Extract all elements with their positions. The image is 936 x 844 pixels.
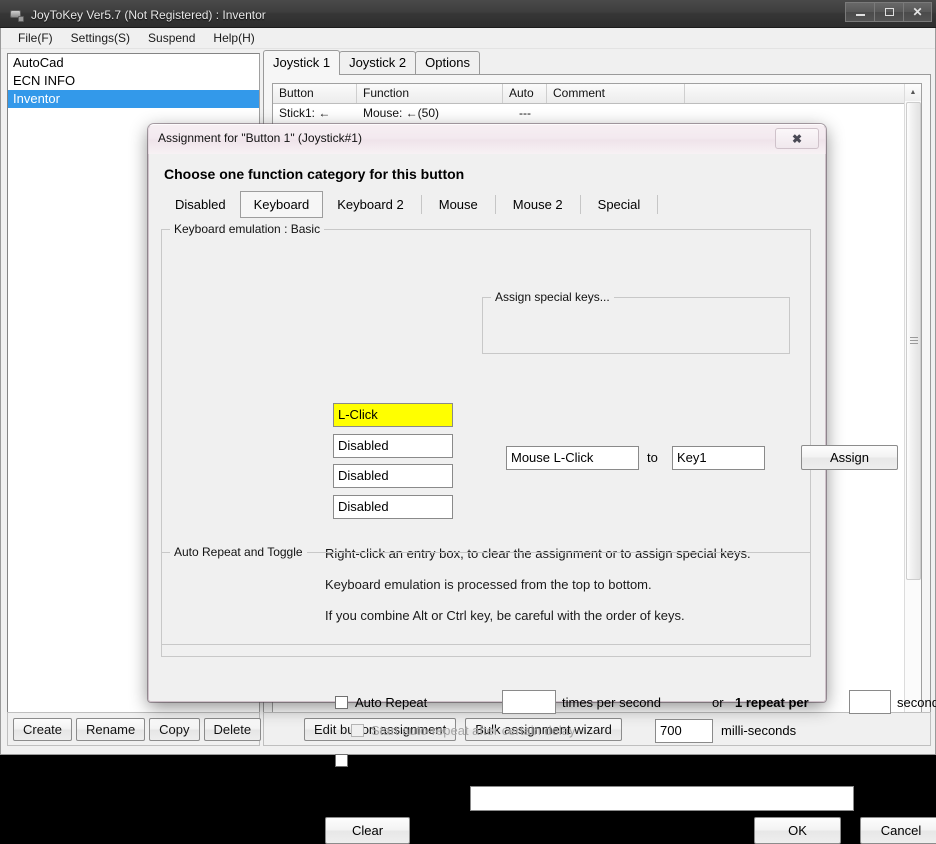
tab-special[interactable]: Special (584, 191, 655, 218)
one-repeat-per-label: 1 repeat per (735, 695, 809, 710)
assign-button[interactable]: Assign (801, 445, 898, 470)
cell-function: Mouse: ←(50) (363, 106, 440, 120)
tab-separator (579, 194, 581, 214)
grid-col-extra[interactable] (685, 84, 921, 103)
delete-button[interactable]: Delete (203, 717, 262, 741)
cell-comment (547, 104, 685, 124)
clear-button[interactable]: Clear (325, 817, 410, 844)
grid-col-comment[interactable]: Comment (547, 84, 685, 103)
assignment-dialog: Assignment for "Button 1" (Joystick#1) ✖… (148, 124, 936, 844)
scrollbar-grip-icon (910, 337, 918, 345)
ok-button[interactable]: OK (754, 817, 841, 844)
auto-repeat-label: Auto Repeat (355, 695, 428, 710)
menu-file[interactable]: File(F) (9, 29, 62, 47)
window-titlebar: JoyToKey Ver5.7 (Not Registered) : Inven… (0, 0, 936, 28)
tab-mouse[interactable]: Mouse (425, 191, 492, 218)
seconds-label: seconds (897, 695, 936, 710)
window-controls: ✕ (845, 2, 932, 22)
list-item[interactable]: Inventor (8, 90, 259, 108)
rename-button[interactable]: Rename (76, 717, 146, 741)
times-per-second-label: times per second (562, 695, 661, 710)
times-per-second-input[interactable] (502, 690, 556, 714)
tab-keyboard[interactable]: Keyboard (239, 190, 324, 218)
cell-button: Stick1: ← (279, 106, 331, 120)
dialog-title: Assignment for "Button 1" (Joystick#1) (158, 131, 362, 145)
key-entry-3[interactable]: Disabled (333, 464, 453, 488)
joystick-app-icon (9, 7, 25, 23)
tab-mouse-2[interactable]: Mouse 2 (499, 191, 577, 218)
menubar: File(F) Settings(S) Suspend Help(H) (1, 28, 935, 49)
start-delay-checkbox-row: Start auto-repeat after certain delay (351, 723, 576, 738)
tab-keyboard-2[interactable]: Keyboard 2 (323, 191, 418, 218)
cell-extra (685, 104, 921, 124)
grid-vertical-scrollbar[interactable]: ▲ ▼ (904, 84, 921, 726)
profile-toolbar: Create Rename Copy Delete (7, 712, 262, 746)
list-item[interactable]: AutoCad (8, 54, 259, 72)
start-delay-label: Start auto-repeat after certain delay (371, 723, 576, 738)
tabstrip: Joystick 1 Joystick 2 Options (263, 50, 931, 75)
dialog-titlebar: Assignment for "Button 1" (Joystick#1) ✖ (148, 124, 826, 154)
close-icon[interactable]: ✕ (903, 2, 932, 22)
grid-col-auto[interactable]: Auto (503, 84, 547, 103)
table-row[interactable]: Stick1: ← Mouse: ←(50) --- (273, 104, 921, 124)
tab-separator (420, 194, 422, 214)
tab-separator (657, 194, 659, 214)
window-title: JoyToKey Ver5.7 (Not Registered) : Inven… (31, 8, 266, 22)
comment-input[interactable] (470, 786, 854, 811)
cell-auto: --- (519, 106, 531, 120)
toggle-checkbox[interactable] (335, 754, 348, 767)
assign-special-keys-title: Assign special keys... (491, 290, 614, 304)
or-label: or (712, 695, 724, 710)
delay-milliseconds-input[interactable]: 700 (655, 719, 713, 743)
auto-repeat-group: Auto Repeat and Toggle (161, 545, 811, 645)
minimize-icon[interactable] (845, 2, 874, 22)
milliseconds-label: milli-seconds (721, 723, 797, 738)
seconds-input[interactable] (849, 690, 891, 714)
scrollbar-thumb[interactable] (906, 102, 921, 580)
grid-header-row: Button Function Auto Comment (273, 84, 921, 104)
tab-disabled[interactable]: Disabled (161, 191, 240, 218)
key-entry-1[interactable]: L-Click (333, 403, 453, 427)
dialog-heading: Choose one function category for this bu… (164, 166, 465, 182)
special-key-source-select[interactable]: Mouse L-Click (506, 446, 639, 470)
grid-col-function[interactable]: Function (357, 84, 503, 103)
auto-repeat-checkbox[interactable] (335, 696, 348, 709)
category-tabs: Disabled Keyboard Keyboard 2 Mouse Mouse… (161, 190, 811, 218)
dialog-body: Choose one function category for this bu… (148, 154, 936, 844)
list-item[interactable]: ECN INFO (8, 72, 259, 90)
maximize-icon[interactable] (874, 2, 903, 22)
auto-repeat-title: Auto Repeat and Toggle (170, 545, 307, 559)
menu-suspend[interactable]: Suspend (139, 29, 204, 47)
toggle-checkbox-row[interactable]: Toggle between ON and OFF (335, 753, 524, 768)
menu-help[interactable]: Help(H) (204, 29, 263, 47)
tab-separator (494, 194, 496, 214)
tab-joystick-2[interactable]: Joystick 2 (339, 51, 417, 74)
key-entry-2[interactable]: Disabled (333, 434, 453, 458)
keyboard-emulation-title: Keyboard emulation : Basic (170, 222, 325, 236)
tab-options[interactable]: Options (415, 51, 480, 74)
key-entry-4[interactable]: Disabled (333, 495, 453, 519)
comment-label: Comment: (389, 793, 449, 808)
copy-button[interactable]: Copy (149, 717, 200, 741)
auto-repeat-checkbox-row[interactable]: Auto Repeat (335, 695, 427, 710)
cancel-button[interactable]: Cancel (860, 817, 936, 844)
start-delay-checkbox (351, 724, 364, 737)
assign-special-keys-group: Assign special keys... (482, 290, 790, 354)
menu-settings[interactable]: Settings(S) (62, 29, 139, 47)
grid-col-button[interactable]: Button (273, 84, 357, 103)
tab-joystick-1[interactable]: Joystick 1 (263, 50, 341, 75)
toggle-label: Toggle between ON and OFF (355, 753, 525, 768)
special-key-target-select[interactable]: Key1 (672, 446, 765, 470)
to-label: to (647, 450, 658, 465)
create-button[interactable]: Create (13, 717, 73, 741)
dialog-close-icon[interactable]: ✖ (775, 128, 819, 149)
scroll-up-arrow[interactable]: ▲ (905, 84, 921, 101)
